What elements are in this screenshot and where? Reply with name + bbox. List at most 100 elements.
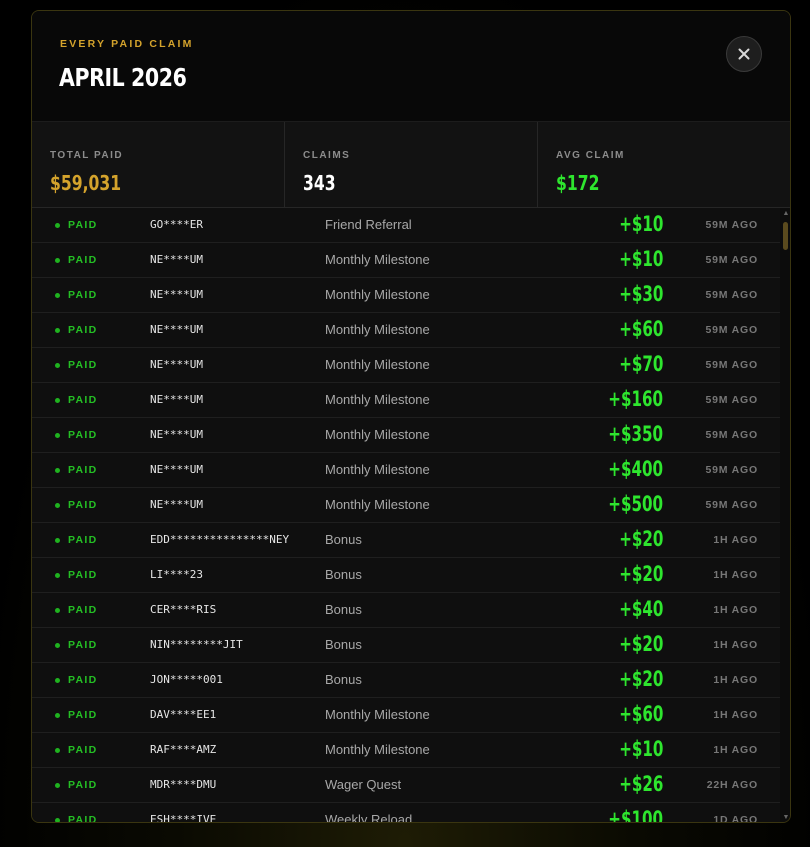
claim-amount: +$60 — [618, 317, 663, 341]
claim-time: 59M AGO — [705, 429, 758, 441]
claim-amount: +$20 — [618, 527, 663, 551]
status-dot-icon — [55, 503, 60, 508]
status-dot-icon — [55, 363, 60, 368]
claim-type: Bonus — [325, 567, 362, 582]
status-dot-icon — [55, 328, 60, 333]
claim-user: NE****UM — [150, 358, 203, 371]
claim-user: NE****UM — [150, 323, 203, 336]
status-dot-icon — [55, 818, 60, 822]
status-dot-icon — [55, 433, 60, 438]
claim-time: 1H AGO — [713, 674, 758, 686]
claim-user: DAV****EE1 — [150, 708, 217, 721]
claim-time: 1H AGO — [713, 534, 758, 546]
stat-avg-claim: AVG CLAIM $172 — [538, 122, 790, 208]
close-button[interactable] — [726, 36, 762, 72]
claim-user: MDR****DMU — [150, 778, 217, 791]
claim-user: LI****23 — [150, 568, 203, 581]
claim-row: PAID JON*****001 Bonus +$20 1H AGO — [32, 663, 780, 698]
status-dot-icon — [55, 678, 60, 683]
stat-value: $172 — [556, 171, 600, 195]
claim-time: 1H AGO — [713, 744, 758, 756]
claim-status: PAID — [68, 289, 98, 301]
claim-status: PAID — [68, 394, 98, 406]
claim-time: 59M AGO — [705, 359, 758, 371]
claim-time: 22H AGO — [706, 779, 758, 791]
claim-user: RAF****AMZ — [150, 743, 217, 756]
claim-user: NE****UM — [150, 288, 203, 301]
claim-row: PAID NE****UM Monthly Milestone +$500 59M AG… — [32, 488, 780, 523]
scroll-up-arrow-icon[interactable]: ▲ — [782, 210, 790, 218]
modal-eyebrow: EVERY PAID CLAIM — [60, 38, 194, 50]
claim-row: PAID NE****UM Monthly Milestone +$10 59M AGO — [32, 243, 780, 278]
claim-row: PAID NE****UM Monthly Milestone +$70 59M AGO — [32, 348, 780, 383]
status-dot-icon — [55, 608, 60, 613]
status-dot-icon — [55, 293, 60, 298]
claim-amount: +$30 — [618, 282, 663, 306]
claim-type: Bonus — [325, 672, 362, 687]
claim-amount: +$20 — [618, 667, 663, 691]
status-dot-icon — [55, 538, 60, 543]
claim-row: PAID MDR****DMU Wager Quest +$26 22H AGO — [32, 768, 780, 803]
status-dot-icon — [55, 398, 60, 403]
claim-status: PAID — [68, 814, 98, 823]
claims-list[interactable]: PAID GO****ER Friend Referral +$10 59M AGO PA… — [32, 208, 790, 823]
claim-user: NIN********JIT — [150, 638, 243, 651]
scrollbar[interactable]: ▲ ▼ — [780, 208, 790, 822]
claim-amount: +$10 — [618, 737, 663, 761]
claim-amount: +$20 — [618, 562, 663, 586]
claim-status: PAID — [68, 464, 98, 476]
claim-amount: +$500 — [608, 492, 663, 516]
stat-label: CLAIMS — [303, 150, 351, 161]
modal-title: APRIL 2026 — [59, 63, 187, 92]
claim-user: JON*****001 — [150, 673, 223, 686]
claim-amount: +$10 — [618, 247, 663, 271]
claim-user: NE****UM — [150, 463, 203, 476]
claim-type: Monthly Milestone — [325, 497, 430, 512]
claim-user: GO****ER — [150, 218, 203, 231]
scroll-down-arrow-icon[interactable]: ▼ — [782, 814, 790, 822]
claim-row: PAID RAF****AMZ Monthly Milestone +$10 1H AG… — [32, 733, 780, 768]
claim-row: PAID NIN********JIT Bonus +$20 1H AGO — [32, 628, 780, 663]
claim-type: Weekly Reload — [325, 812, 413, 823]
claim-user: NE****UM — [150, 393, 203, 406]
claim-type: Monthly Milestone — [325, 742, 430, 757]
claim-row: PAID LI****23 Bonus +$20 1H AGO — [32, 558, 780, 593]
claim-amount: +$70 — [618, 352, 663, 376]
claim-row: PAID CER****RIS Bonus +$40 1H AGO — [32, 593, 780, 628]
claim-time: 59M AGO — [705, 394, 758, 406]
claim-status: PAID — [68, 219, 98, 231]
claim-type: Bonus — [325, 637, 362, 652]
claim-amount: +$10 — [618, 212, 663, 236]
claim-row: PAID NE****UM Monthly Milestone +$60 59M AGO — [32, 313, 780, 348]
stat-value: $59,031 — [50, 171, 122, 195]
scroll-thumb[interactable] — [783, 222, 788, 250]
claim-row: PAID DAV****EE1 Monthly Milestone +$60 1H AG… — [32, 698, 780, 733]
claim-time: 59M AGO — [705, 289, 758, 301]
status-dot-icon — [55, 643, 60, 648]
claim-row: PAID NE****UM Monthly Milestone +$400 59M AG… — [32, 453, 780, 488]
claim-type: Bonus — [325, 602, 362, 617]
claim-row: PAID NE****UM Monthly Milestone +$160 59M AG… — [32, 383, 780, 418]
stats-bar: TOTAL PAID $59,031 CLAIMS 343 AVG CLAIM … — [32, 122, 790, 208]
stat-total-paid: TOTAL PAID $59,031 — [32, 122, 285, 208]
claim-user: NE****UM — [150, 428, 203, 441]
claim-user: NE****UM — [150, 498, 203, 511]
status-dot-icon — [55, 748, 60, 753]
claim-amount: +$350 — [608, 422, 663, 446]
claim-amount: +$20 — [618, 632, 663, 656]
claim-type: Monthly Milestone — [325, 252, 430, 267]
claim-type: Monthly Milestone — [325, 322, 430, 337]
stat-value: 343 — [303, 171, 336, 195]
claim-status: PAID — [68, 324, 98, 336]
claim-status: PAID — [68, 604, 98, 616]
claim-time: 1H AGO — [713, 639, 758, 651]
claim-status: PAID — [68, 359, 98, 371]
status-dot-icon — [55, 573, 60, 578]
status-dot-icon — [55, 783, 60, 788]
stat-label: TOTAL PAID — [50, 150, 124, 161]
claim-time: 59M AGO — [705, 499, 758, 511]
claim-type: Wager Quest — [325, 777, 402, 792]
claim-status: PAID — [68, 674, 98, 686]
claim-amount: +$26 — [618, 772, 663, 796]
claim-time: 1D AGO — [713, 814, 758, 823]
